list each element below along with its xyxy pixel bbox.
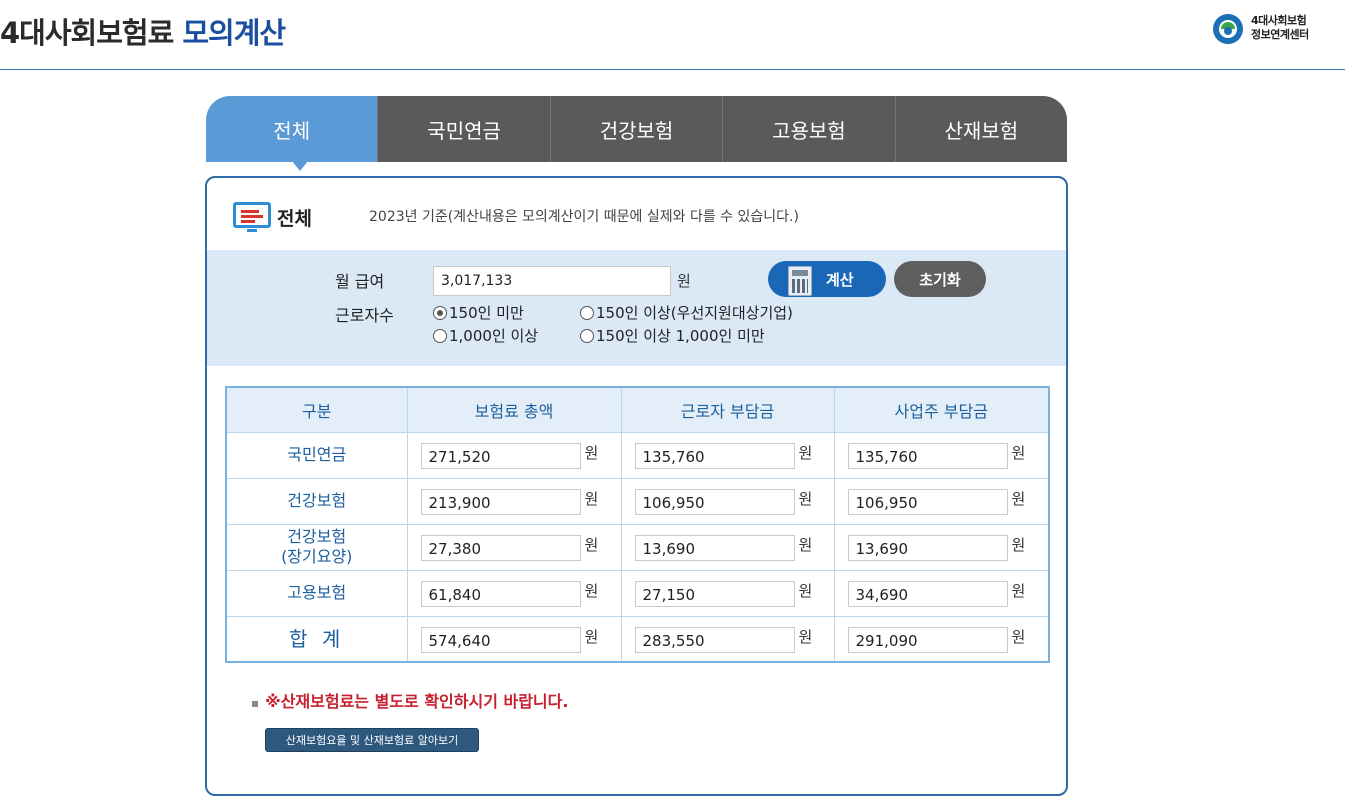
radio-over-150-priority[interactable]: 150인 이상(우선지원대상기업)	[580, 302, 793, 323]
unit-label: 원	[1011, 536, 1026, 554]
unit-label: 원	[584, 490, 599, 508]
total-premium-value: 574,640	[420, 626, 581, 653]
employer-share-value: 34,690	[847, 581, 1008, 607]
unit-label: 원	[798, 536, 813, 554]
brand-logo-icon	[1213, 14, 1243, 44]
column-header: 사업주 부담금	[833, 386, 1050, 433]
unit-label: 원	[584, 582, 599, 600]
tab-employment-insurance[interactable]: 고용보험	[722, 96, 895, 162]
radio-label: 150인 이상(우선지원대상기업)	[596, 304, 793, 322]
tab-industrial-accident-insurance[interactable]: 산재보험	[894, 96, 1067, 162]
table-row: 고용보험 61,840 원 27,150 원 34,690 원	[225, 569, 1050, 617]
active-tab-pointer	[292, 161, 308, 171]
reset-button[interactable]: 초기화	[894, 261, 986, 297]
radio-label: 150인 미만	[449, 304, 524, 322]
radio-label: 1,000인 이상	[449, 327, 539, 345]
unit-label: 원	[584, 627, 599, 646]
table-header-row: 구분 보험료 총액 근로자 부담금 사업주 부담금	[225, 386, 1050, 433]
brand-line1: 4대사회보험	[1251, 14, 1307, 27]
monitor-icon	[233, 202, 273, 234]
unit-label: 원	[1011, 490, 1026, 508]
row-category: 고용보험	[225, 569, 408, 617]
employee-share-value: 106,950	[634, 489, 795, 515]
unit-label: 원	[1011, 627, 1026, 646]
table-row: 국민연금 271,520 원 135,760 원 135,760 원	[225, 431, 1050, 479]
row-category: 건강보험	[225, 477, 408, 525]
unit-label: 원	[1011, 444, 1026, 462]
unit-label: 원	[584, 444, 599, 462]
unit-label: 원	[584, 536, 599, 554]
calculator-icon	[788, 266, 812, 296]
salary-label: 월 급여	[335, 272, 385, 291]
workers-label: 근로자수	[335, 306, 394, 325]
industrial-accident-info-button[interactable]: 산재보험요율 및 산재보험료 알아보기	[265, 728, 479, 752]
employee-share-value: 283,550	[634, 626, 795, 653]
column-header: 보험료 총액	[406, 386, 622, 433]
row-category: 국민연금	[225, 431, 408, 479]
radio-label: 150인 이상 1,000인 미만	[596, 327, 765, 345]
radio-150-to-1000[interactable]: 150인 이상 1,000인 미만	[580, 325, 765, 346]
calculate-button[interactable]: 계산	[768, 261, 886, 297]
brand-line2: 정보연계센터	[1251, 28, 1309, 41]
radio-dot	[580, 328, 594, 343]
employee-share-value: 135,760	[634, 443, 795, 469]
unit-label: 원	[798, 490, 813, 508]
row-category: 건강보험 (장기요양)	[225, 523, 408, 571]
column-header: 구분	[225, 386, 408, 433]
title-accent: 모의계산	[182, 16, 286, 50]
title-main: 4대사회보험료	[0, 16, 174, 50]
tab-health-insurance[interactable]: 건강보험	[549, 96, 723, 162]
calculate-button-label: 계산	[826, 271, 854, 289]
radio-dot	[433, 328, 447, 343]
total-premium-value: 61,840	[420, 581, 581, 607]
panel-note: 2023년 기준(계산내용은 모의계산이기 때문에 실제와 다를 수 있습니다.…	[369, 209, 799, 225]
page-title: 4대사회보험료 모의계산	[0, 10, 286, 52]
employer-share-value: 106,950	[847, 489, 1008, 515]
industrial-accident-notice: ▪ ※산재보험료는 별도로 확인하시기 바랍니다.	[251, 688, 568, 712]
row-category-sub: (장기요양)	[281, 547, 353, 566]
calculator-panel: 전체 2023년 기준(계산내용은 모의계산이기 때문에 실제와 다를 수 있습…	[205, 176, 1068, 796]
insurance-tabs: 전체 국민연금 건강보험 고용보험 산재보험	[206, 96, 1067, 162]
employee-share-value: 13,690	[634, 535, 795, 561]
input-area: 월 급여 원 계산 초기화 근로자수 150인 미만 150인 이상(우선지원대…	[207, 250, 1066, 366]
page-header: 4대사회보험료 모의계산 4대사회보험 정보연계센터	[0, 0, 1345, 70]
table-row: 건강보험 213,900 원 106,950 원 106,950 원	[225, 477, 1050, 525]
salary-unit: 원	[677, 272, 691, 290]
employer-share-value: 291,090	[847, 626, 1008, 653]
radio-dot	[433, 305, 447, 320]
panel-title: 전체	[277, 208, 312, 230]
total-premium-value: 27,380	[420, 535, 581, 561]
unit-label: 원	[798, 627, 813, 646]
unit-label: 원	[1011, 582, 1026, 600]
total-premium-value: 271,520	[420, 443, 581, 469]
employer-share-value: 13,690	[847, 535, 1008, 561]
row-category-main: 건강보험	[287, 527, 347, 546]
table-row-total: 합 계 574,640 원 283,550 원 291,090 원	[225, 615, 1050, 663]
unit-label: 원	[798, 582, 813, 600]
notice-text: ※산재보험료는 별도로 확인하시기 바랍니다.	[265, 692, 569, 711]
radio-over-1000[interactable]: 1,000인 이상	[433, 325, 538, 346]
salary-input[interactable]	[433, 266, 671, 296]
radio-under-150[interactable]: 150인 미만	[433, 302, 524, 323]
table-row: 건강보험 (장기요양) 27,380 원 13,690 원 13,690 원	[225, 523, 1050, 571]
employer-share-value: 135,760	[847, 443, 1008, 469]
employee-share-value: 27,150	[634, 581, 795, 607]
column-header: 근로자 부담금	[620, 386, 835, 433]
brand-logo[interactable]: 4대사회보험 정보연계센터	[1211, 12, 1333, 48]
tab-all[interactable]: 전체	[206, 96, 378, 162]
radio-dot	[580, 305, 594, 320]
tab-national-pension[interactable]: 국민연금	[377, 96, 550, 162]
unit-label: 원	[798, 444, 813, 462]
total-premium-value: 213,900	[420, 489, 581, 515]
row-category-total: 합 계	[225, 615, 408, 663]
bullet-icon: ▪	[251, 696, 260, 710]
result-table: 구분 보험료 총액 근로자 부담금 사업주 부담금 국민연금 271,520 원 …	[225, 386, 1050, 663]
panel-header: 전체 2023년 기준(계산내용은 모의계산이기 때문에 실제와 다를 수 있습…	[207, 178, 1066, 250]
